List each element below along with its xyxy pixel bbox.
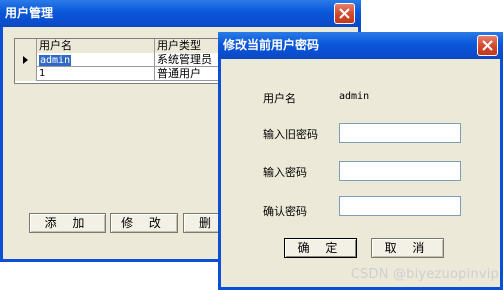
watermark: CSDN @biyezuopinvip (350, 267, 499, 282)
new-password-label: 输入密码 (263, 166, 307, 179)
user-management-title: 用户管理 (5, 6, 54, 20)
username-value: admin (339, 91, 370, 102)
old-password-label: 输入旧密码 (263, 128, 318, 141)
confirm-password-label: 确认密码 (263, 205, 307, 218)
change-password-close-button[interactable] (477, 35, 498, 56)
table-row[interactable]: 1 普通用户 (15, 67, 233, 81)
username-label: 用户名 (263, 92, 296, 105)
change-password-dialog: 修改当前用户密码 用户名 admin 输入旧密码 输入密码 确认密码 确 定 取… (218, 32, 503, 290)
user-management-close-button[interactable] (334, 3, 355, 24)
row-pointer-icon (23, 56, 28, 64)
cancel-button[interactable]: 取 消 (371, 238, 444, 258)
cell-username[interactable]: 1 (37, 67, 155, 81)
user-management-titlebar[interactable]: 用户管理 (0, 0, 361, 27)
close-icon (482, 40, 493, 51)
col-header-username[interactable]: 用户名 (37, 39, 155, 53)
ok-button[interactable]: 确 定 (284, 238, 357, 258)
cell-username[interactable]: admin (37, 53, 155, 67)
grid-corner (15, 39, 37, 53)
confirm-password-input[interactable] (339, 196, 461, 216)
row-indicator (15, 53, 37, 67)
change-password-title: 修改当前用户密码 (223, 38, 320, 52)
edit-button[interactable]: 修 改 (110, 213, 178, 233)
new-password-input[interactable] (339, 161, 461, 181)
add-button[interactable]: 添 加 (29, 213, 106, 233)
table-row[interactable]: admin 系统管理员 (15, 53, 233, 67)
old-password-input[interactable] (339, 123, 461, 143)
selected-username: admin (39, 55, 72, 66)
users-grid[interactable]: 用户名 用户类型 admin 系统管理员 1 普通用户 (14, 38, 235, 84)
row-indicator (15, 67, 37, 81)
change-password-titlebar[interactable]: 修改当前用户密码 (218, 32, 503, 59)
grid-header-row: 用户名 用户类型 (15, 39, 235, 53)
close-icon (339, 8, 350, 19)
